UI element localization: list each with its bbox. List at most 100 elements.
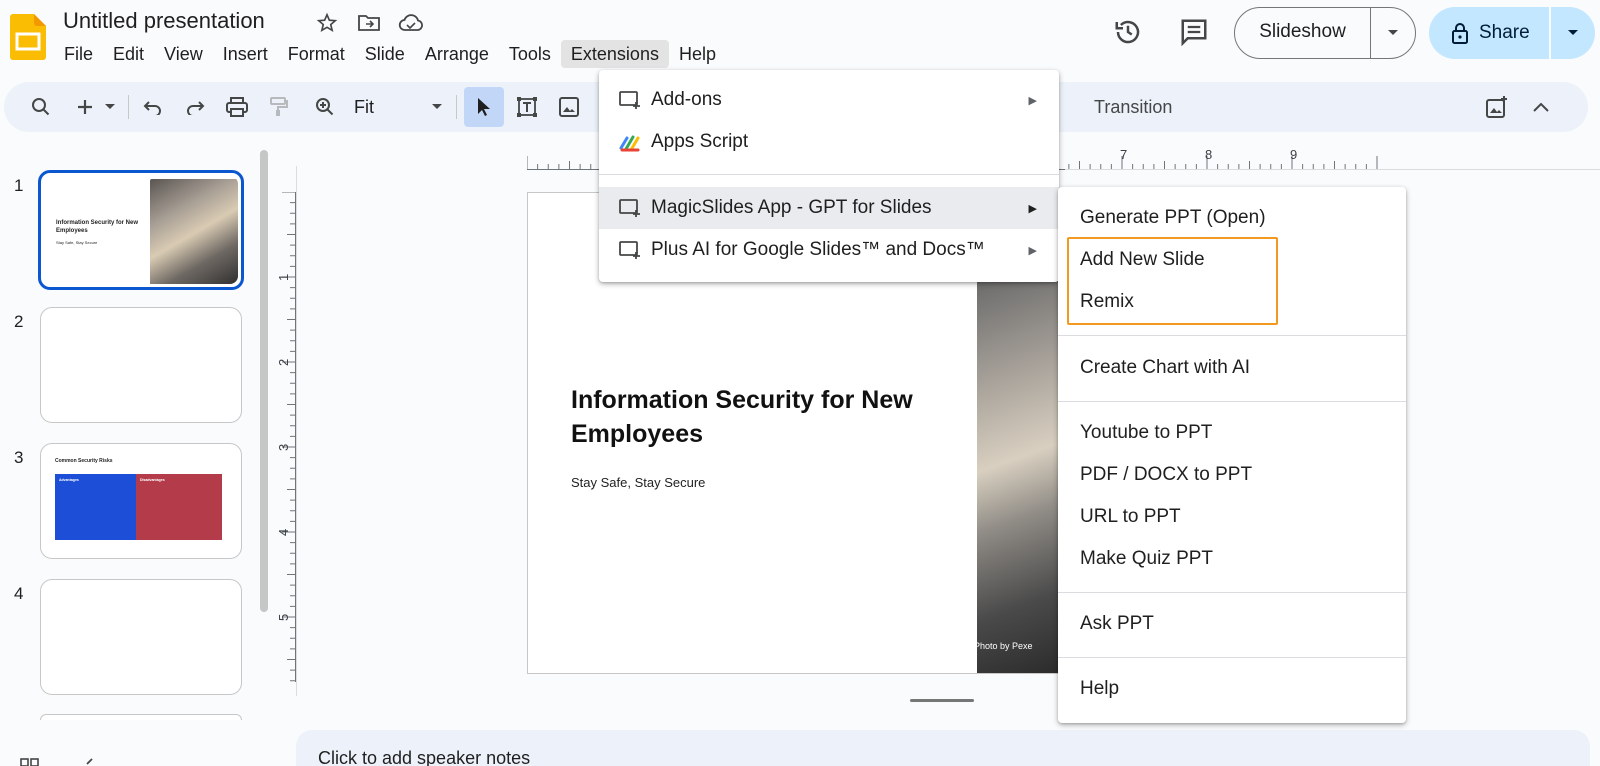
slide-number-3: 3 — [14, 448, 24, 467]
menu-item-add-ons[interactable]: Add-ons ▶ — [599, 79, 1059, 121]
menu-view[interactable]: View — [154, 40, 213, 68]
slide-subtitle[interactable]: Stay Safe, Stay Secure — [571, 475, 705, 490]
slide-thumbnail-2[interactable] — [40, 307, 242, 423]
menu-item-help[interactable]: Help — [1058, 668, 1406, 710]
zoom-value: Fit — [354, 96, 374, 117]
plus-icon — [78, 100, 92, 114]
document-title[interactable]: Untitled presentation — [63, 8, 265, 34]
text-box-button[interactable] — [512, 91, 542, 123]
thumb-panel-left: Advantages — [55, 474, 136, 540]
share-main[interactable]: Share — [1429, 7, 1551, 59]
share-button[interactable]: Share — [1429, 7, 1595, 59]
thumb-panel-right-head: Disadvantages — [140, 478, 165, 482]
menu-arrange[interactable]: Arrange — [415, 40, 499, 68]
filmstrip-scrollbar[interactable] — [260, 150, 268, 612]
insert-image-button[interactable] — [554, 91, 584, 123]
slides-logo[interactable] — [10, 14, 46, 60]
menu-slide[interactable]: Slide — [355, 40, 415, 68]
cloud-status-icon[interactable] — [398, 12, 424, 34]
lock-icon — [1452, 23, 1468, 44]
redo-button[interactable] — [180, 91, 210, 123]
grid-view-icon[interactable] — [20, 755, 40, 766]
slide-thumbnail-4[interactable] — [40, 579, 242, 695]
menu-file[interactable]: File — [54, 40, 103, 68]
comment-icon — [1181, 19, 1207, 47]
text-box-icon — [517, 97, 537, 117]
history-icon — [1115, 20, 1140, 44]
cursor-icon — [478, 98, 490, 116]
slide-thumbnail-5[interactable] — [40, 714, 242, 720]
ruler-label: 8 — [1205, 150, 1212, 162]
submenu-arrow-icon: ▶ — [1028, 244, 1037, 257]
slide-thumbnail-1[interactable]: Information Security for New Employees S… — [38, 170, 244, 290]
menu-item-plus-ai[interactable]: Plus AI for Google Slides™ and Docs™ ▶ — [599, 229, 1059, 271]
menu-item-label: Help — [1080, 678, 1120, 699]
menu-tools[interactable]: Tools — [499, 40, 561, 68]
toolbar-divider — [128, 95, 129, 119]
slide-photo[interactable] — [977, 281, 1064, 673]
menu-item-label: Youtube to PPT — [1080, 422, 1213, 443]
paint-format-button[interactable] — [264, 91, 294, 123]
menu-help[interactable]: Help — [669, 40, 726, 68]
menu-item-pdf-docx-to-ppt[interactable]: PDF / DOCX to PPT — [1058, 454, 1406, 496]
transition-button[interactable]: Transition — [1094, 91, 1204, 123]
ruler-label: 5 — [276, 614, 291, 621]
slide-title[interactable]: Information Security for New Employees — [571, 383, 991, 451]
ruler-label: 9 — [1290, 150, 1297, 162]
print-button[interactable] — [222, 91, 252, 123]
menu-insert[interactable]: Insert — [213, 40, 278, 68]
image-icon — [559, 97, 579, 117]
menu-item-make-quiz-ppt[interactable]: Make Quiz PPT — [1058, 538, 1406, 580]
new-slide-dropdown[interactable] — [102, 91, 118, 123]
collapse-filmstrip-icon[interactable] — [82, 755, 96, 766]
ruler-label: 4 — [276, 529, 291, 536]
menu-item-label: Generate PPT (Open) — [1080, 207, 1266, 228]
menu-separator — [1058, 401, 1406, 402]
ruler-label: 1 — [276, 274, 291, 281]
speaker-notes-placeholder[interactable]: Click to add speaker notes — [318, 748, 530, 766]
thumb-title: Common Security Risks — [55, 458, 113, 464]
select-tool-button[interactable] — [464, 87, 504, 127]
zoom-in-icon — [316, 98, 334, 116]
ruler-label: 7 — [1120, 150, 1127, 162]
menu-item-magicslides[interactable]: MagicSlides App - GPT for Slides ▶ — [599, 187, 1059, 229]
comments-button[interactable] — [1179, 17, 1213, 51]
menu-separator — [1058, 657, 1406, 658]
addon-icon — [618, 88, 642, 112]
slideshow-label[interactable]: Slideshow — [1235, 7, 1371, 59]
submenu-arrow-icon: ▶ — [1028, 94, 1037, 107]
undo-button[interactable] — [138, 91, 168, 123]
thumb-subtitle: Stay Safe, Stay Secure — [56, 240, 98, 245]
notes-resize-handle[interactable] — [910, 699, 974, 702]
menu-item-label: Add-ons — [651, 89, 722, 110]
slideshow-button[interactable]: Slideshow — [1234, 7, 1416, 59]
menu-item-create-chart[interactable]: Create Chart with AI — [1058, 347, 1406, 389]
menu-item-label: MagicSlides App - GPT for Slides — [651, 197, 932, 218]
share-dropdown[interactable] — [1551, 29, 1595, 37]
menu-item-label: PDF / DOCX to PPT — [1080, 464, 1253, 485]
zoom-button[interactable] — [310, 91, 340, 123]
zoom-select[interactable]: Fit — [350, 91, 446, 123]
menu-extensions[interactable]: Extensions — [560, 40, 669, 68]
gemini-image-button[interactable] — [1482, 91, 1512, 123]
menu-item-label: Plus AI for Google Slides™ and Docs™ — [651, 239, 985, 260]
menu-separator — [1058, 335, 1406, 336]
menu-item-apps-script[interactable]: Apps Script — [599, 121, 1059, 163]
move-folder-icon[interactable] — [356, 12, 382, 34]
menu-item-youtube-to-ppt[interactable]: Youtube to PPT — [1058, 412, 1406, 454]
star-icon[interactable] — [314, 12, 340, 34]
slideshow-dropdown[interactable] — [1371, 29, 1415, 37]
version-history-button[interactable] — [1113, 17, 1147, 51]
menu-item-ask-ppt[interactable]: Ask PPT — [1058, 603, 1406, 645]
collapse-toolbar-button[interactable] — [1526, 91, 1556, 123]
menu-item-generate-ppt[interactable]: Generate PPT (Open) — [1058, 197, 1406, 239]
new-slide-button[interactable] — [72, 91, 98, 123]
menu-format[interactable]: Format — [278, 40, 355, 68]
ruler-baseline — [1065, 169, 1600, 170]
extensions-menu: Add-ons ▶ Apps Script MagicSlides App - … — [599, 70, 1059, 282]
slide-thumbnail-3[interactable]: Common Security Risks Advantages Disadva… — [40, 443, 242, 559]
menu-edit[interactable]: Edit — [103, 40, 154, 68]
search-menus-button[interactable] — [24, 91, 58, 123]
menu-separator — [1058, 592, 1406, 593]
menu-item-url-to-ppt[interactable]: URL to PPT — [1058, 496, 1406, 538]
